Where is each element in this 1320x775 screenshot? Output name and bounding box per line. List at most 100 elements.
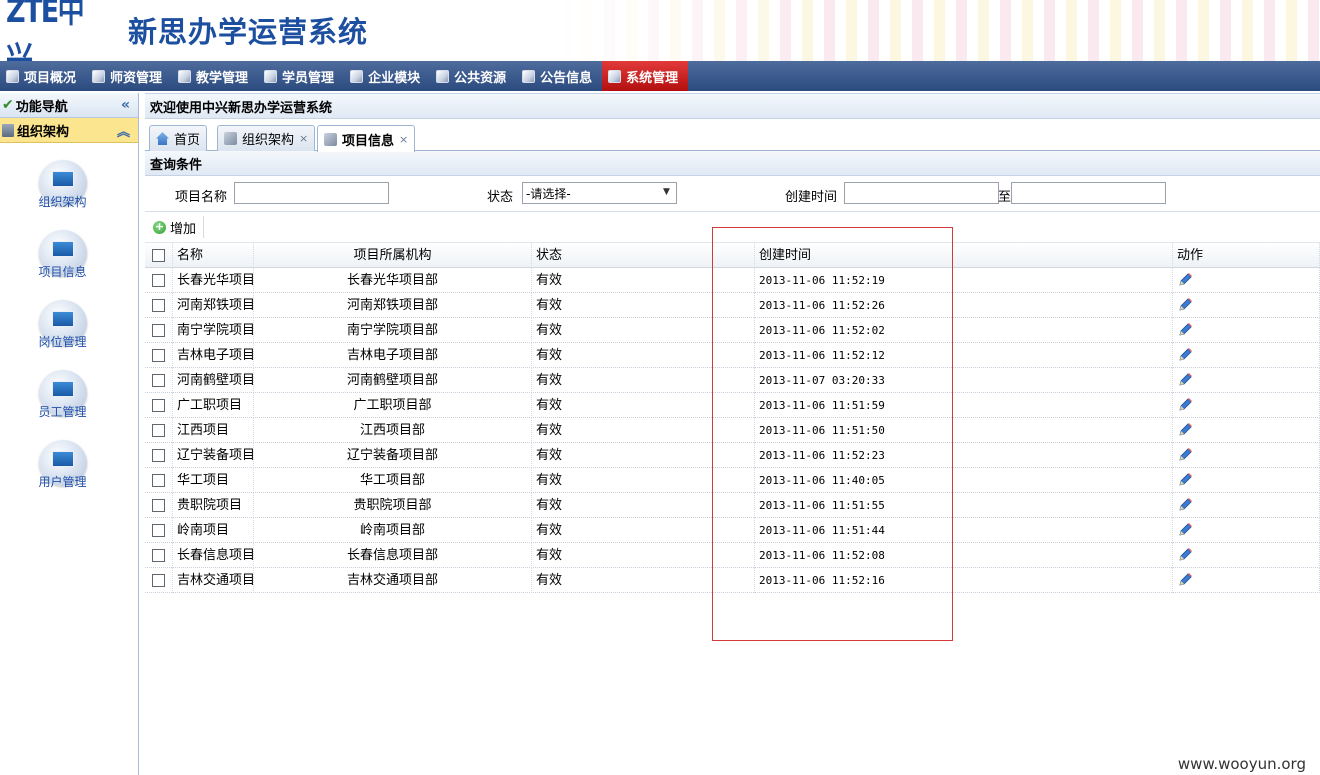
tab-org-structure[interactable]: 组织架构 ×: [217, 125, 316, 151]
table-row: 河南鹤壁项目 河南鹤壁项目部 有效 2013-11-07 03:20:33: [145, 368, 1320, 393]
row-checkbox[interactable]: [152, 349, 165, 362]
column-header-created[interactable]: 创建时间: [755, 243, 1173, 268]
row-checkbox[interactable]: [152, 499, 165, 512]
edit-pencil-icon[interactable]: [1177, 472, 1193, 488]
sidebar-tool-org-structure[interactable]: 组织架构: [0, 160, 139, 220]
status-select[interactable]: -请选择- ▼: [522, 182, 677, 204]
row-checkbox[interactable]: [152, 424, 165, 437]
row-checkbox[interactable]: [152, 399, 165, 412]
nav-item-1[interactable]: 师资管理: [86, 61, 172, 91]
close-tab-icon[interactable]: ×: [399, 133, 408, 146]
nav-item-7[interactable]: 系统管理: [602, 61, 689, 91]
welcome-text: 欢迎使用中兴新思办学运营系统: [150, 100, 333, 116]
sidebar-group-header[interactable]: 组织架构 ︽: [0, 118, 138, 143]
row-checkbox[interactable]: [152, 274, 165, 287]
sidebar-tool-employee-management[interactable]: 员工管理: [0, 370, 139, 430]
cell-select: [145, 318, 173, 343]
tab-home[interactable]: 首页: [149, 125, 208, 151]
cell-action: [1173, 418, 1320, 443]
cell-select: [145, 443, 173, 468]
row-checkbox[interactable]: [152, 449, 165, 462]
edit-pencil-icon[interactable]: [1177, 572, 1193, 588]
row-checkbox[interactable]: [152, 474, 165, 487]
query-title: 查询条件: [150, 157, 203, 173]
cell-org: 岭南项目部: [254, 518, 532, 543]
close-tab-icon[interactable]: ×: [299, 132, 308, 145]
table-row: 河南郑铁项目 河南郑铁项目部 有效 2013-11-06 11:52:26: [145, 293, 1320, 318]
table-row: 广工职项目 广工职项目部 有效 2013-11-06 11:51:59: [145, 393, 1320, 418]
app-header: ZTE中兴 新思办学运营系统: [0, 0, 1320, 61]
row-checkbox[interactable]: [152, 299, 165, 312]
nav-item-6[interactable]: 公告信息: [516, 61, 602, 91]
project-icon: [324, 132, 337, 146]
table-row: 南宁学院项目 南宁学院项目部 有效 2013-11-06 11:52:02: [145, 318, 1320, 343]
tab-label: 组织架构: [242, 133, 295, 148]
nav-item-3[interactable]: 学员管理: [258, 61, 344, 91]
cell-action: [1173, 368, 1320, 393]
edit-pencil-icon[interactable]: [1177, 547, 1193, 563]
cell-name: 长春信息项目: [173, 543, 254, 568]
created-time-label: 创建时间: [785, 190, 838, 205]
row-checkbox[interactable]: [152, 574, 165, 587]
nav-item-4[interactable]: 企业模块: [344, 61, 430, 91]
column-header-org[interactable]: 项目所属机构: [254, 243, 532, 268]
cell-created: 2013-11-06 11:52:19: [755, 268, 1173, 293]
nav-item-label: 公告信息: [540, 70, 593, 86]
edit-pencil-icon[interactable]: [1177, 297, 1193, 313]
select-all-checkbox[interactable]: [152, 249, 165, 262]
created-to-input[interactable]: [1011, 182, 1166, 204]
cell-action: [1173, 518, 1320, 543]
edit-pencil-icon[interactable]: [1177, 372, 1193, 388]
table-row: 吉林电子项目 吉林电子项目部 有效 2013-11-06 11:52:12: [145, 343, 1320, 368]
cell-status: 有效: [532, 368, 755, 393]
nav-item-5[interactable]: 公共资源: [430, 61, 516, 91]
monitor-screen: [52, 311, 74, 327]
edit-pencil-icon[interactable]: [1177, 522, 1193, 538]
cell-action: [1173, 268, 1320, 293]
column-header-action[interactable]: 动作: [1173, 243, 1320, 268]
cell-status: 有效: [532, 343, 755, 368]
collapse-group-icon[interactable]: ︽: [117, 121, 130, 140]
cell-org: 长春光华项目部: [254, 268, 532, 293]
project-name-input[interactable]: [234, 182, 389, 204]
cell-name: 长春光华项目: [173, 268, 254, 293]
edit-pencil-icon[interactable]: [1177, 347, 1193, 363]
row-checkbox[interactable]: [152, 374, 165, 387]
row-checkbox[interactable]: [152, 324, 165, 337]
nav-item-2[interactable]: 教学管理: [172, 61, 258, 91]
edit-pencil-icon[interactable]: [1177, 497, 1193, 513]
cell-created: 2013-11-06 11:40:05: [755, 468, 1173, 493]
collapse-sidebar-icon[interactable]: «: [121, 97, 130, 113]
sidebar-tool-position-management[interactable]: 岗位管理: [0, 300, 139, 360]
teacher-icon: [92, 69, 106, 83]
sidebar-tool-label: 员工管理: [38, 405, 87, 419]
edit-pencil-icon[interactable]: [1177, 322, 1193, 338]
edit-pencil-icon[interactable]: [1177, 422, 1193, 438]
edit-pencil-icon[interactable]: [1177, 447, 1193, 463]
add-button[interactable]: + 增加: [153, 216, 205, 238]
range-separator: 至: [998, 190, 1012, 205]
query-header: 查询条件: [145, 151, 1320, 176]
monitor-screen: [52, 451, 74, 467]
column-header-status[interactable]: 状态: [532, 243, 755, 268]
edit-pencil-icon[interactable]: [1177, 272, 1193, 288]
row-checkbox[interactable]: [152, 524, 165, 537]
edit-pencil-icon[interactable]: [1177, 397, 1193, 413]
cell-name: 江西项目: [173, 418, 254, 443]
row-checkbox[interactable]: [152, 549, 165, 562]
nav-item-0[interactable]: 项目概况: [0, 61, 86, 91]
sidebar-tool-user-management[interactable]: 用户管理: [0, 440, 139, 500]
cell-action: [1173, 443, 1320, 468]
tab-project-info[interactable]: 项目信息 ×: [317, 125, 416, 152]
notice-icon: [522, 69, 536, 83]
cell-org: 吉林电子项目部: [254, 343, 532, 368]
column-header-name[interactable]: 名称: [173, 243, 254, 268]
watermark: www.wooyun.org: [1177, 755, 1306, 773]
nav-item-label: 师资管理: [110, 70, 163, 86]
tab-label: 项目信息: [342, 133, 395, 149]
created-from-input[interactable]: [844, 182, 999, 204]
cell-action: [1173, 468, 1320, 493]
cell-name: 岭南项目: [173, 518, 254, 543]
sidebar-tool-project-info[interactable]: 项目信息: [0, 230, 139, 290]
checkmark-icon: ✔: [2, 97, 14, 113]
